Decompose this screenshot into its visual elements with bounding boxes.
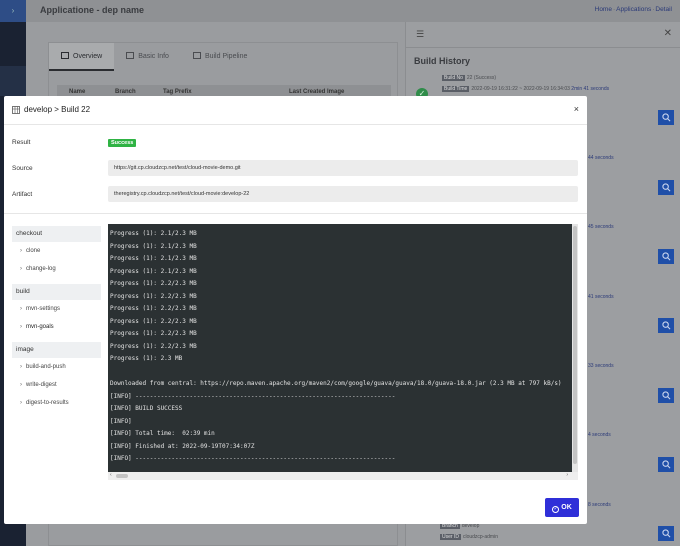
page-title: Applicatione - dep name bbox=[40, 5, 145, 15]
build-no-line: Build No 22 (Success) bbox=[442, 75, 496, 81]
build-time-line: Build Time 2022-09-19 16:31:22 ~ 2022-09-… bbox=[442, 86, 609, 92]
top-bar: Applicatione - dep name Home·Application… bbox=[26, 0, 680, 22]
tab-overview-label: Overview bbox=[73, 53, 103, 60]
user-line: User ID cloudzcp-admin bbox=[440, 534, 498, 540]
breadcrumb: Home·Applications·Detail bbox=[595, 6, 672, 13]
build-duration: 45 seconds bbox=[588, 224, 614, 230]
build-history-title: Build History bbox=[414, 56, 471, 66]
modal-close-icon[interactable]: × bbox=[574, 104, 579, 114]
step-write-digest[interactable]: › write-digest bbox=[12, 376, 101, 394]
tab-build-pipeline-label: Build Pipeline bbox=[204, 53, 248, 60]
step-digest-to-results[interactable]: › digest-to-results bbox=[12, 394, 101, 412]
column-last-created-image: Last Created Image bbox=[289, 89, 345, 95]
user-value: cloudzcp-admin bbox=[462, 534, 498, 540]
step-mvn-settings[interactable]: › mvn-settings bbox=[12, 300, 101, 318]
build-duration: 8 seconds bbox=[588, 502, 611, 508]
step-label: digest-to-results bbox=[26, 400, 69, 406]
pipeline-stages: checkout › clone › change-log build › mvn-s… bbox=[12, 226, 101, 412]
source-label: Source bbox=[12, 165, 33, 172]
search-log-button[interactable] bbox=[658, 388, 674, 403]
build-detail-modal: develop > Build 22 × Result Success Sour… bbox=[4, 96, 587, 524]
scroll-left-icon[interactable]: ‹ bbox=[110, 472, 112, 478]
search-icon bbox=[661, 183, 670, 192]
ok-button[interactable]: ✓ OK bbox=[545, 498, 579, 517]
stage-checkout[interactable]: checkout bbox=[12, 226, 101, 242]
build-no-tag: Build No bbox=[442, 75, 465, 81]
artifact-label: Artifact bbox=[12, 191, 33, 198]
ok-button-label: OK bbox=[561, 504, 572, 511]
search-log-button[interactable] bbox=[658, 526, 674, 541]
nav-toggle-button[interactable]: › bbox=[0, 0, 26, 22]
grid-icon bbox=[12, 106, 20, 114]
breadcrumb-detail: Detail bbox=[655, 6, 672, 13]
search-log-button[interactable] bbox=[658, 180, 674, 195]
build-duration: 41 seconds bbox=[588, 294, 614, 300]
search-log-button[interactable] bbox=[658, 457, 674, 472]
build-time-tag: Build Time bbox=[442, 86, 470, 92]
tab-basic-info-label: Basic Info bbox=[138, 53, 169, 60]
step-change-log[interactable]: › change-log bbox=[12, 260, 101, 278]
build-duration: 44 seconds bbox=[588, 155, 614, 161]
build-duration: 33 seconds bbox=[588, 363, 614, 369]
column-name: Name bbox=[69, 89, 86, 95]
log-vertical-scrollbar[interactable] bbox=[572, 224, 578, 472]
build-time-value: 2022-09-19 16:31:22 ~ 2022-09-19 16:34:0… bbox=[471, 86, 570, 92]
step-label: write-digest bbox=[26, 382, 57, 388]
log-console[interactable]: Progress (1): 2.1/2.3 MB Progress (1): 2… bbox=[108, 224, 572, 472]
search-icon bbox=[661, 321, 670, 330]
stage-build[interactable]: build bbox=[12, 284, 101, 300]
scroll-right-icon[interactable]: › bbox=[566, 472, 568, 478]
modal-header: develop > Build 22 × bbox=[4, 96, 587, 125]
check-circle-icon: ✓ bbox=[552, 506, 560, 513]
artifact-field: theregistry.cp.cloudzcp.net/test/cloud-m… bbox=[108, 186, 578, 202]
tab-basic-info[interactable]: Basic Info bbox=[114, 43, 181, 71]
build-no-value: 22 (Success) bbox=[466, 75, 497, 81]
result-status-badge: Success bbox=[108, 139, 137, 147]
pipeline-icon bbox=[192, 52, 201, 59]
scrollbar-thumb[interactable] bbox=[116, 474, 128, 478]
overview-icon bbox=[61, 52, 69, 59]
search-icon bbox=[661, 113, 670, 122]
search-log-button[interactable] bbox=[658, 249, 674, 264]
result-label: Result bbox=[12, 139, 31, 146]
step-label: clone bbox=[26, 248, 41, 254]
search-icon bbox=[661, 529, 670, 538]
stage-image[interactable]: image bbox=[12, 342, 101, 358]
search-icon bbox=[661, 252, 670, 261]
panel-close-icon[interactable]: ✕ bbox=[664, 28, 672, 39]
scrollbar-thumb[interactable] bbox=[573, 226, 577, 464]
tab-bar: Overview Basic Info Build Pipeline bbox=[49, 43, 259, 71]
modal-title: develop > Build 22 bbox=[24, 105, 91, 114]
step-label: mvn-settings bbox=[26, 306, 61, 312]
step-label: change-log bbox=[26, 266, 56, 272]
step-mvn-goals[interactable]: › mvn-goals bbox=[12, 318, 101, 336]
build-duration: 2min 41 seconds bbox=[571, 86, 610, 92]
search-log-button[interactable] bbox=[658, 318, 674, 333]
breadcrumb-applications[interactable]: Applications bbox=[616, 6, 651, 13]
search-icon bbox=[661, 391, 670, 400]
search-log-button[interactable] bbox=[658, 110, 674, 125]
breadcrumb-home[interactable]: Home bbox=[595, 6, 612, 13]
source-field: https://git.cp.cloudzcp.net/test/cloud-m… bbox=[108, 160, 578, 176]
step-clone[interactable]: › clone bbox=[12, 242, 101, 260]
build-duration: 4 seconds bbox=[588, 432, 611, 438]
nav-item-active[interactable] bbox=[0, 66, 26, 96]
log-horizontal-scrollbar[interactable]: ‹ › bbox=[108, 472, 578, 480]
step-build-and-push[interactable]: › build-and-push bbox=[12, 358, 101, 376]
info-icon bbox=[126, 52, 135, 59]
tab-overview[interactable]: Overview bbox=[49, 43, 115, 71]
column-tag-prefix: Tag Prefix bbox=[163, 89, 192, 95]
column-branch: Branch bbox=[115, 89, 136, 95]
user-tag: User ID bbox=[440, 534, 461, 540]
search-icon bbox=[661, 460, 670, 469]
log-output: Progress (1): 2.1/2.3 MB Progress (1): 2… bbox=[110, 230, 562, 462]
divider bbox=[4, 213, 587, 214]
step-label: build-and-push bbox=[26, 364, 66, 370]
tab-build-pipeline[interactable]: Build Pipeline bbox=[181, 43, 259, 71]
list-icon[interactable]: ☰ bbox=[416, 29, 430, 41]
panel-header: ☰ ✕ bbox=[406, 22, 680, 48]
step-label: mvn-goals bbox=[26, 324, 54, 330]
